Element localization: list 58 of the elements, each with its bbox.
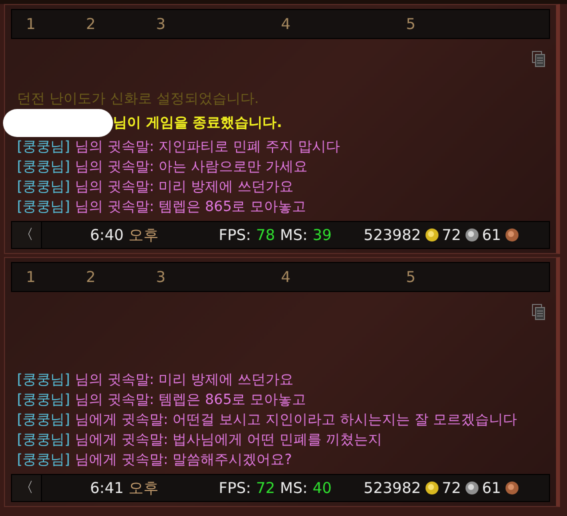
clock-time: 6:41 [90,479,124,497]
chat-tab[interactable]: 4 [281,268,406,286]
whisper-message: 님에게 귓속말: 어떤걸 보시고 지인이라고 하시는지는 잘 모르겠습니다 [74,411,517,430]
coin-icon [465,228,480,242]
ms-value: 39 [312,226,332,244]
chat-tab[interactable]: 5 [406,15,531,33]
chat-tab[interactable]: 4 [281,15,406,33]
whisper-message: 님의 귓속말: 템렙은 865로 모아놓고 [74,391,306,410]
ms-label: MS: [280,479,308,497]
chat-tab[interactable]: 1 [26,268,86,286]
collapse-button[interactable]: 〈 [12,475,42,501]
coin-icon [465,481,480,495]
chat-tab[interactable]: 2 [86,268,156,286]
player-name[interactable]: [쿵쿵님] [17,177,70,197]
player-name[interactable]: [쿵쿵님] [17,157,70,177]
whisper-message: 님의 귓속말: 지인파티로 민폐 주지 맙시다 [74,138,340,157]
copy-icon[interactable] [532,304,546,320]
system-message: 님이 게임을 종료했습니다. [113,114,282,131]
system-message: 던전 난이도가 신화로 설정되었습니다. [17,91,259,107]
whisper-message: 님에게 귓속말: 말씀해주시겠어요? [74,451,292,470]
chat-tab[interactable]: 3 [156,15,281,33]
fps-label: FPS: [218,226,251,244]
fps-value: 72 [256,479,276,497]
player-name[interactable]: [쿵쿵님] [17,430,70,450]
currency-amount: 72 [442,226,462,244]
player-name[interactable]: [쿵쿵님] [17,197,70,217]
coin-icon [505,228,520,242]
ms-label: MS: [280,226,308,244]
currency-amount: 61 [482,479,502,497]
whisper-message: 님의 귓속말: 미리 방제에 쓰던가요 [74,371,294,390]
player-name[interactable]: [쿵쿵님] [17,450,70,470]
whisper-message: 님에게 귓속말: 법사님에게 어떤 민폐를 끼쳤는지 [74,431,382,450]
coin-icon [424,481,439,495]
chat-tab[interactable]: 5 [406,268,531,286]
collapse-button[interactable]: 〈 [12,222,42,248]
clock-period: 오후 [128,478,159,498]
clock-period: 오후 [128,226,159,244]
fps-value: 78 [256,226,276,244]
chat-tab[interactable]: 1 [26,15,86,33]
clock-time: 6:40 [90,226,124,244]
whisper-message: 님의 귓속말: 템렙은 865로 모아놓고 [74,198,306,217]
player-name[interactable]: [쿵쿵님] [17,410,70,430]
whisper-message: 님의 귓속말: 아는 사람으로만 가세요 [74,158,308,177]
player-name[interactable]: [쿵쿵님] [17,137,70,157]
currency-amount: 61 [482,226,502,244]
player-name[interactable]: [쿵쿵님] [17,390,70,410]
chat-tab[interactable]: 3 [156,268,281,286]
fps-label: FPS: [218,479,251,497]
currency-amount: 523982 [364,226,421,244]
chat-tab[interactable]: 2 [86,15,156,33]
whisper-message: 님의 귓속말: 미리 방제에 쓰던가요 [74,178,294,197]
currency-amount: 72 [442,479,462,497]
copy-icon[interactable] [532,51,546,67]
player-name[interactable]: [쿵쿵님] [17,370,70,390]
currency-amount: 523982 [364,479,421,497]
ms-value: 40 [312,479,332,497]
coin-icon [424,228,439,242]
coin-icon [505,481,520,495]
